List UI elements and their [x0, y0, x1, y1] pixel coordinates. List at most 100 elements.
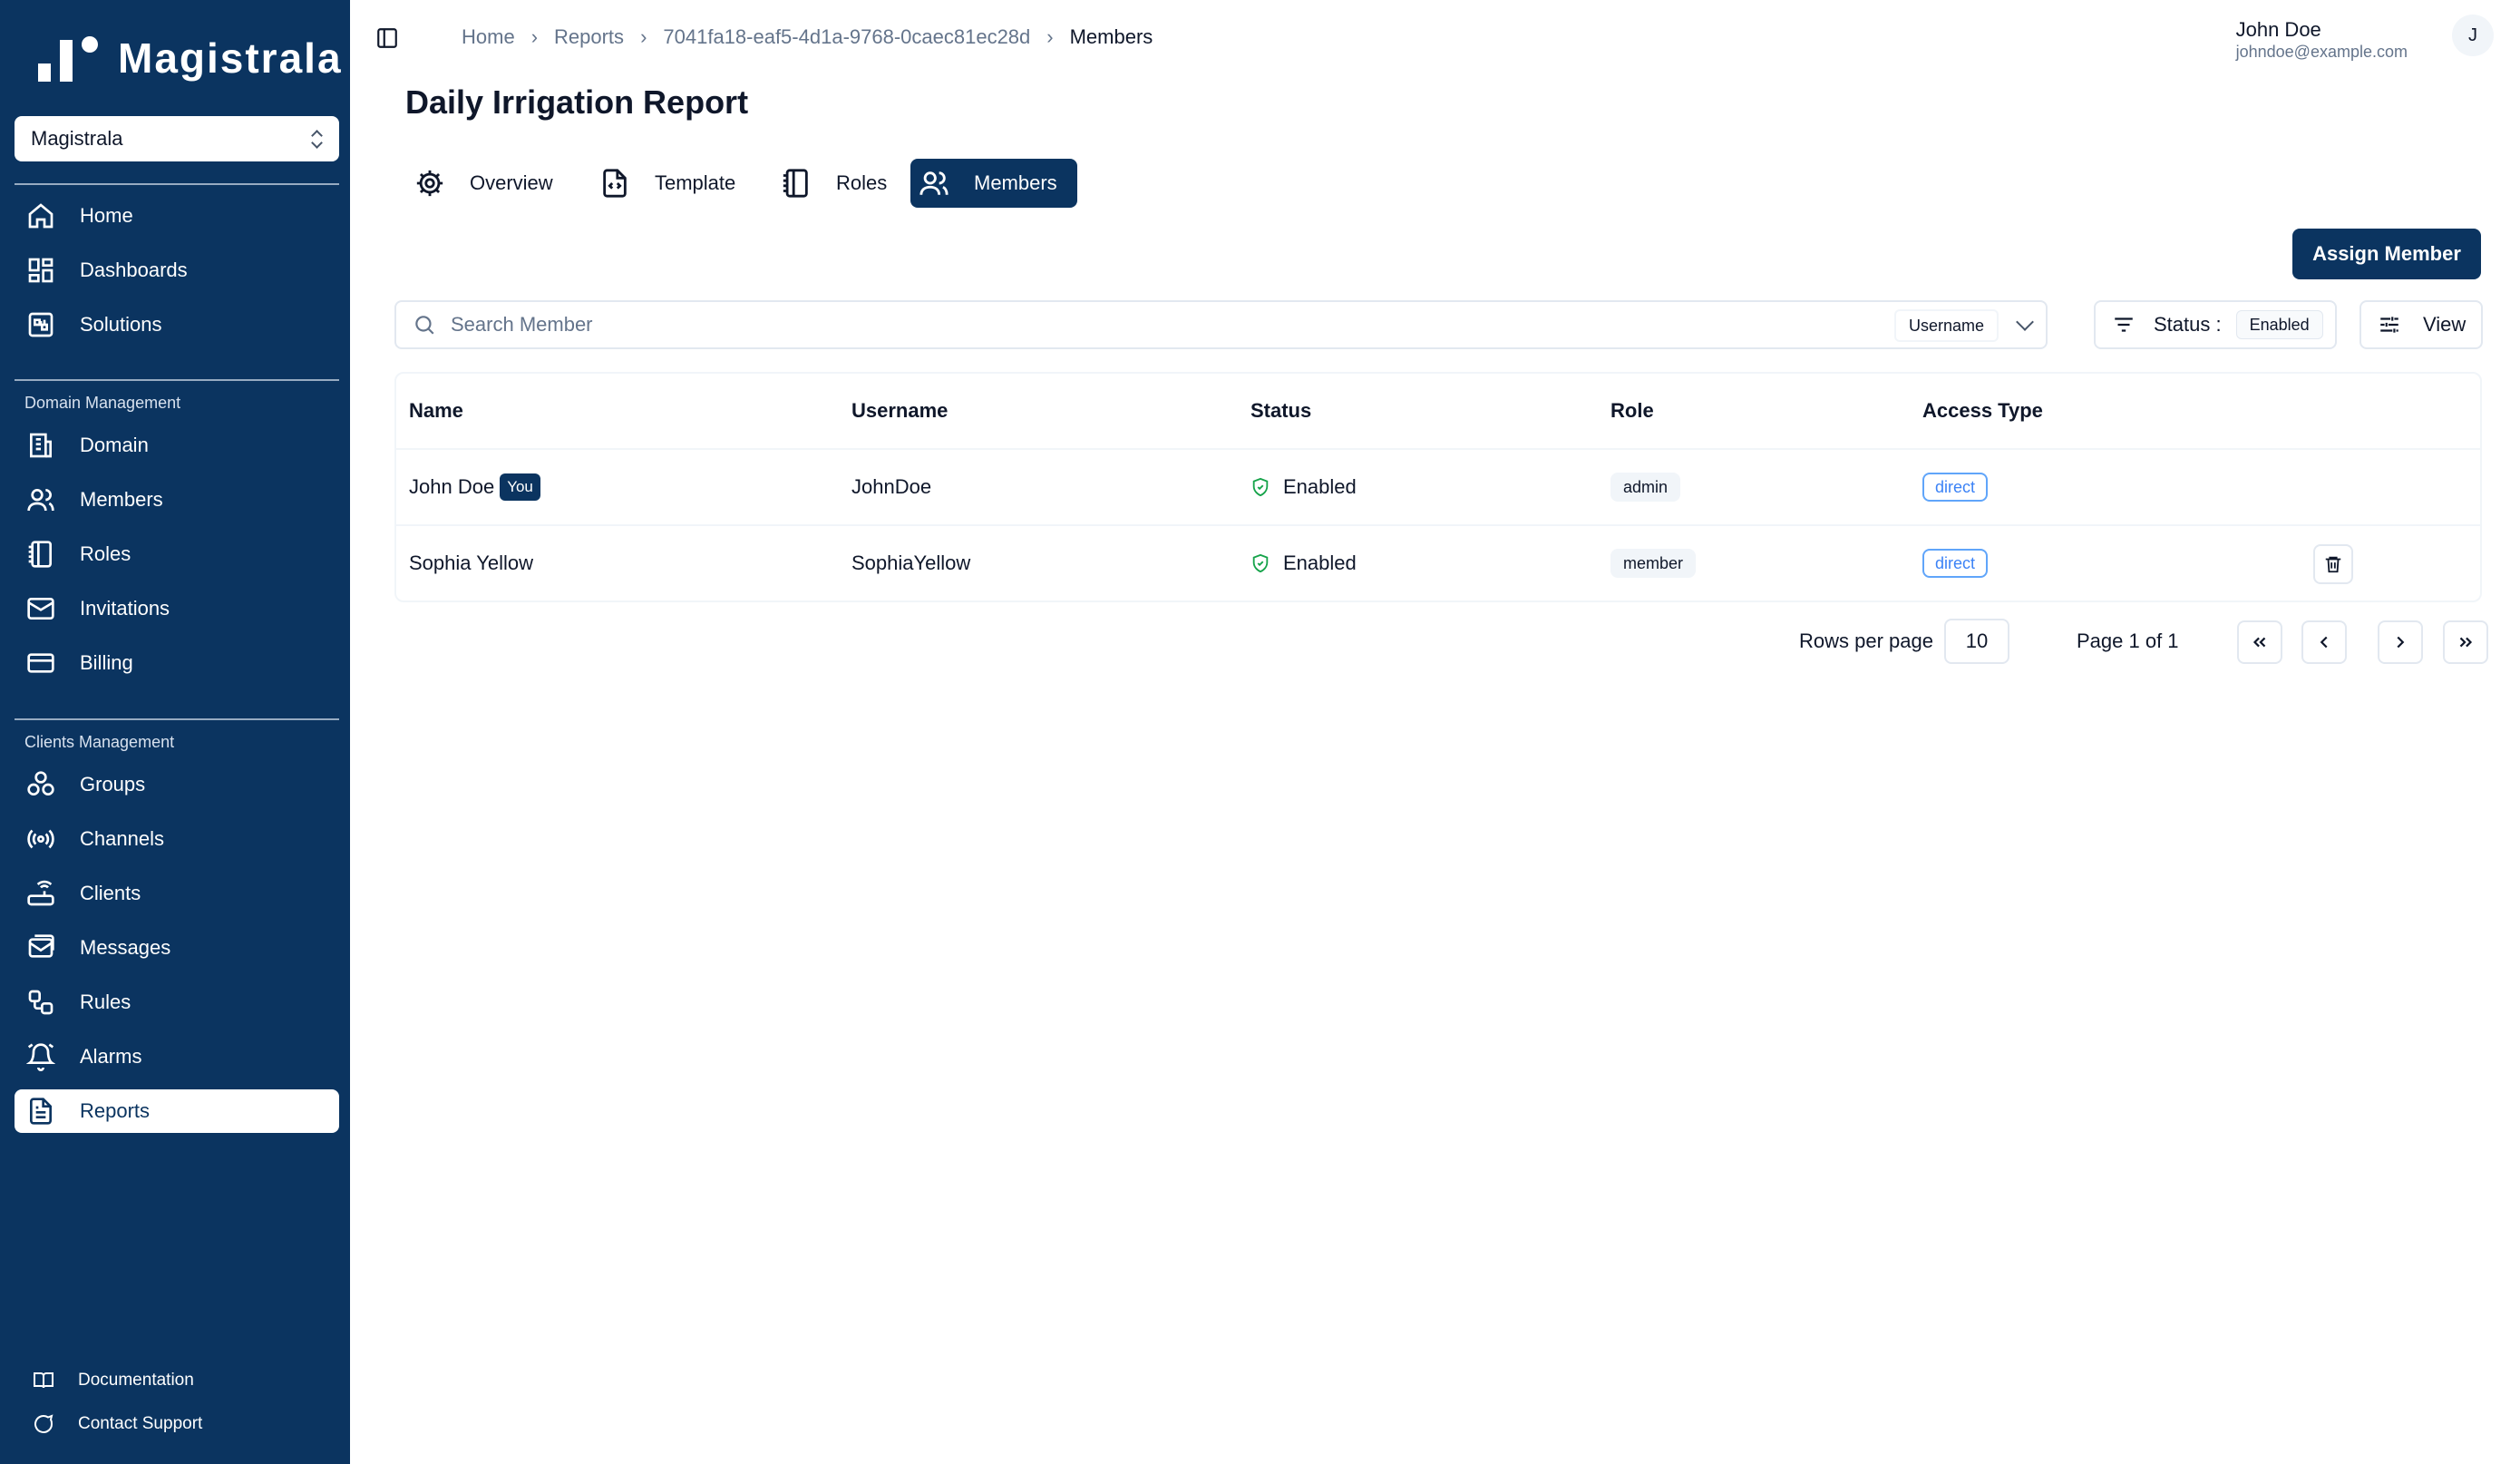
- sidebar-item-groups[interactable]: Groups: [15, 763, 339, 806]
- member-access-cell: direct: [1922, 526, 1989, 600]
- shield-check-icon: [1252, 477, 1269, 497]
- tab-label: Roles: [836, 171, 888, 194]
- rows-per-page-select[interactable]: 10: [1944, 619, 2009, 664]
- column-header-name[interactable]: Name: [409, 374, 463, 448]
- router-icon: [25, 878, 56, 909]
- home-icon: [25, 200, 56, 231]
- shield-check-icon: [1252, 553, 1269, 573]
- column-header-role[interactable]: Role: [1610, 374, 1654, 448]
- sidebar-divider: [15, 718, 339, 720]
- sidebar-item-label: Reports: [80, 1099, 151, 1122]
- notebook-icon: [25, 539, 56, 570]
- building-icon: [25, 430, 56, 461]
- messages-icon: [25, 932, 56, 963]
- status-filter-value: Enabled: [2235, 310, 2323, 339]
- sidebar-item-label: Domain: [80, 434, 149, 456]
- sidebar-item-label: Roles: [80, 542, 131, 565]
- table-row[interactable]: John Doe You JohnDoe Enabled admin direc…: [396, 450, 2480, 526]
- tab-overview[interactable]: Overview: [406, 159, 573, 208]
- sliders-icon: [2380, 317, 2398, 333]
- first-page-button[interactable]: [2237, 620, 2282, 664]
- sidebar-item-label: Solutions: [80, 313, 162, 336]
- book-icon: [34, 1372, 54, 1389]
- tab-members[interactable]: Members: [910, 159, 1077, 208]
- status-filter-button[interactable]: Status : Enabled: [2094, 300, 2337, 349]
- column-header-username[interactable]: Username: [851, 374, 948, 448]
- sidebar-item-label: Rules: [80, 991, 131, 1013]
- sidebar-item-home[interactable]: Home: [15, 194, 339, 238]
- section-label-domain: Domain Management: [24, 394, 181, 412]
- sidebar-toggle-icon[interactable]: [375, 26, 399, 50]
- table-row[interactable]: Sophia Yellow SophiaYellow Enabled membe…: [396, 526, 2480, 602]
- column-header-access-type[interactable]: Access Type: [1922, 374, 2043, 448]
- user-menu[interactable]: John Doe johndoe@example.com: [2236, 18, 2408, 62]
- member-role-cell: admin: [1610, 450, 1681, 524]
- sidebar-item-alarms[interactable]: Alarms: [15, 1035, 339, 1078]
- page-info: Page 1 of 1: [2077, 630, 2179, 652]
- sidebar-divider: [15, 183, 339, 185]
- assign-member-button[interactable]: Assign Member: [2292, 229, 2481, 279]
- breadcrumb-home[interactable]: Home: [462, 25, 515, 49]
- sidebar-item-solutions[interactable]: Solutions: [15, 303, 339, 346]
- sidebar-item-rules[interactable]: Rules: [15, 981, 339, 1024]
- breadcrumb-report-id[interactable]: 7041fa18-eaf5-4d1a-9768-0caec81ec28d: [663, 25, 1030, 49]
- member-status: Enabled: [1283, 551, 1357, 574]
- sidebar-item-domain[interactable]: Domain: [15, 424, 339, 467]
- member-name-cell: John Doe You: [409, 450, 540, 524]
- search-bar: Username: [394, 300, 2048, 349]
- search-field-select[interactable]: Username: [1893, 308, 2034, 343]
- sidebar-link-contact-support[interactable]: Contact Support: [33, 1413, 202, 1435]
- tab-template[interactable]: Template: [591, 159, 755, 208]
- sidebar-item-invitations[interactable]: Invitations: [15, 587, 339, 630]
- tab-label: Members: [974, 171, 1057, 194]
- section-label-clients: Clients Management: [24, 733, 175, 751]
- sidebar: Magistrala Magistrala Home Dashboards So…: [0, 0, 350, 1464]
- you-badge: You: [500, 473, 540, 501]
- tab-label: Template: [655, 171, 736, 194]
- solutions-icon: [25, 309, 56, 340]
- role-badge: member: [1610, 549, 1697, 578]
- sidebar-item-channels[interactable]: Channels: [15, 817, 339, 861]
- sidebar-item-messages[interactable]: Messages: [15, 926, 339, 970]
- brand-name: Magistrala: [118, 34, 343, 82]
- tab-roles[interactable]: Roles: [773, 159, 907, 208]
- workspace-select-value: Magistrala: [31, 127, 123, 150]
- avatar[interactable]: J: [2452, 15, 2494, 56]
- sidebar-item-reports[interactable]: Reports: [15, 1089, 339, 1133]
- next-page-button[interactable]: [2378, 620, 2423, 664]
- sidebar-item-label: Messages: [80, 936, 171, 959]
- sidebar-item-label: Channels: [80, 827, 164, 850]
- sidebar-link-label: Contact Support: [78, 1414, 203, 1433]
- file-text-icon: [25, 1096, 56, 1127]
- search-input[interactable]: [451, 302, 1720, 347]
- breadcrumb-reports[interactable]: Reports: [554, 25, 624, 49]
- brand-logo[interactable]: Magistrala: [38, 33, 343, 83]
- view-options-button[interactable]: View: [2359, 300, 2483, 349]
- last-page-button[interactable]: [2443, 620, 2488, 664]
- sidebar-item-roles[interactable]: Roles: [15, 532, 339, 576]
- delete-member-button[interactable]: [2313, 544, 2353, 584]
- workspace-select[interactable]: Magistrala: [15, 116, 339, 161]
- rows-per-page-label: Rows per page: [1799, 630, 1933, 652]
- sidebar-link-documentation[interactable]: Documentation: [33, 1370, 194, 1391]
- member-name: Sophia Yellow: [409, 551, 534, 574]
- bell-icon: [25, 1041, 56, 1072]
- tab-label: Overview: [470, 171, 553, 194]
- dashboard-icon: [25, 255, 56, 286]
- previous-page-button[interactable]: [2301, 620, 2347, 664]
- sidebar-item-billing[interactable]: Billing: [15, 641, 339, 685]
- column-header-status[interactable]: Status: [1250, 374, 1311, 448]
- members-table: Name Username Status Role Access Type Jo…: [394, 372, 2482, 602]
- user-name: John Doe: [2235, 18, 2321, 41]
- sidebar-item-label: Alarms: [80, 1045, 142, 1068]
- users-icon: [918, 167, 950, 200]
- sidebar-item-label: Clients: [80, 882, 141, 904]
- access-type-badge: direct: [1922, 473, 1989, 502]
- sidebar-item-members[interactable]: Members: [15, 478, 339, 522]
- table-header-row: Name Username Status Role Access Type: [396, 374, 2480, 450]
- chevrons-right-icon: [2459, 637, 2473, 648]
- member-username: SophiaYellow: [851, 551, 971, 574]
- sidebar-item-dashboards[interactable]: Dashboards: [15, 249, 339, 292]
- sidebar-item-clients[interactable]: Clients: [15, 872, 339, 915]
- chevrons-left-icon: [2252, 637, 2266, 648]
